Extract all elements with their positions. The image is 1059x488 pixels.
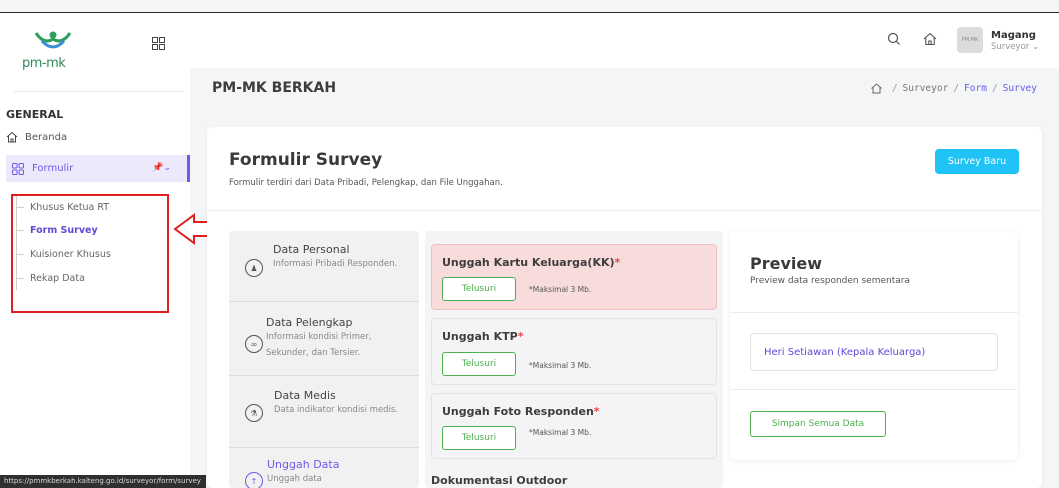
telusuri-kk-button[interactable]: Telusuri bbox=[442, 277, 516, 301]
step-separator bbox=[229, 447, 419, 448]
max-size-note: *Maksimal 3 Mb. bbox=[529, 361, 592, 370]
grid-icon bbox=[12, 162, 24, 175]
card-title: Formulir Survey bbox=[229, 150, 383, 170]
sidebar-divider bbox=[14, 91, 184, 92]
breadcrumb-form[interactable]: Form bbox=[964, 83, 987, 94]
required-mark: * bbox=[614, 256, 621, 269]
step-desc: Data indikator kondisi medis. bbox=[274, 405, 399, 415]
step-title[interactable]: Data Personal bbox=[273, 243, 350, 256]
breadcrumb: / Surveyor / Form / Survey bbox=[870, 83, 1037, 94]
step-title-active[interactable]: Unggah Data bbox=[267, 458, 339, 471]
home-icon[interactable] bbox=[923, 32, 937, 46]
required-mark: * bbox=[593, 405, 600, 418]
simpan-semua-data-button[interactable]: Simpan Semua Data bbox=[750, 411, 886, 437]
breadcrumb-survey: Survey bbox=[1002, 83, 1037, 94]
chevron-down-icon: ⌄ bbox=[1031, 42, 1040, 52]
upload-title: Unggah KTP* bbox=[442, 330, 523, 343]
step-desc: Informasi kondisi Primer, Sekunder, dan … bbox=[266, 332, 372, 358]
upload-title-text: Unggah KTP bbox=[442, 330, 518, 343]
telusuri-ktp-button[interactable]: Telusuri bbox=[442, 352, 516, 376]
logo-text: pm-mk bbox=[22, 56, 66, 71]
preview-divider bbox=[730, 389, 1018, 390]
step-title[interactable]: Data Pelengkap bbox=[266, 316, 352, 329]
upload-title-text: Unggah Foto Responden bbox=[442, 405, 594, 418]
search-icon[interactable] bbox=[887, 32, 901, 46]
upload-title: Unggah Foto Responden* bbox=[442, 405, 600, 418]
avatar[interactable]: PM.MK bbox=[957, 27, 983, 53]
required-mark: * bbox=[517, 330, 524, 343]
upload-icon: ↑ bbox=[245, 472, 263, 488]
medical-icon: ⚗ bbox=[245, 404, 263, 422]
step-desc: Unggah data bbox=[267, 474, 322, 484]
dokumentasi-outdoor-title: Dokumentasi Outdoor bbox=[431, 474, 568, 487]
telusuri-foto-button[interactable]: Telusuri bbox=[442, 426, 516, 450]
user-role[interactable]: Surveyor ⌄ bbox=[991, 42, 1039, 52]
breadcrumb-separator: / bbox=[953, 83, 960, 94]
pin-chevron-icon[interactable]: 📌⌄ bbox=[152, 163, 171, 173]
sidebar-item-formulir[interactable]: Formulir 📌⌄ bbox=[6, 155, 190, 182]
survey-baru-button[interactable]: Survey Baru bbox=[935, 149, 1019, 174]
breadcrumb-separator: / bbox=[991, 83, 998, 94]
top-bar: PM.MK Magang Surveyor ⌄ bbox=[190, 13, 1059, 68]
apps-grid-icon[interactable] bbox=[152, 37, 165, 50]
breadcrumb-home-icon[interactable] bbox=[870, 83, 882, 94]
step-title[interactable]: Data Medis bbox=[274, 389, 336, 402]
upload-title: Unggah Kartu Keluarga(KK)* bbox=[442, 256, 620, 269]
preview-respondent-name[interactable]: Heri Setiawan (Kepala Keluarga) bbox=[750, 333, 998, 371]
sidebar-item-label: Beranda bbox=[25, 131, 68, 143]
home-icon bbox=[6, 131, 18, 143]
upload-foto-box: Unggah Foto Responden* Telusuri *Maksima… bbox=[431, 393, 717, 459]
upload-kk-box: Unggah Kartu Keluarga(KK)* Telusuri *Mak… bbox=[431, 244, 717, 310]
sidebar-item-beranda[interactable]: Beranda bbox=[6, 131, 67, 143]
page-title: PM-MK BERKAH bbox=[212, 80, 337, 96]
preview-title: Preview bbox=[750, 254, 823, 273]
card-divider bbox=[207, 210, 1042, 211]
user-name[interactable]: Magang bbox=[991, 30, 1036, 41]
breadcrumb-separator: / bbox=[891, 83, 898, 94]
preview-subtitle: Preview data responden sementara bbox=[750, 276, 910, 286]
max-size-note: *Maksimal 3 Mb. bbox=[529, 428, 592, 437]
link-icon: ∞ bbox=[245, 335, 263, 353]
status-bar-url: https://pmmkberkah.kalteng.go.id/surveyo… bbox=[0, 475, 206, 488]
user-role-text: Surveyor bbox=[991, 42, 1030, 52]
step-separator bbox=[229, 375, 419, 376]
sidebar-item-label: Formulir bbox=[32, 163, 74, 174]
breadcrumb-surveyor[interactable]: Surveyor bbox=[903, 83, 949, 94]
step-separator bbox=[229, 301, 419, 302]
annotation-highlight-box bbox=[11, 194, 169, 313]
step-desc: Informasi Pribadi Responden. bbox=[273, 259, 398, 269]
sidebar-heading: GENERAL bbox=[6, 108, 64, 121]
upload-ktp-box: Unggah KTP* Telusuri *Maksimal 3 Mb. bbox=[431, 318, 717, 385]
user-icon: ♟ bbox=[245, 259, 263, 277]
preview-divider bbox=[730, 312, 1018, 313]
upload-title-text: Unggah Kartu Keluarga(KK) bbox=[442, 256, 615, 269]
card-subtitle: Formulir terdiri dari Data Pribadi, Pele… bbox=[229, 178, 503, 188]
max-size-note: *Maksimal 3 Mb. bbox=[529, 285, 592, 294]
